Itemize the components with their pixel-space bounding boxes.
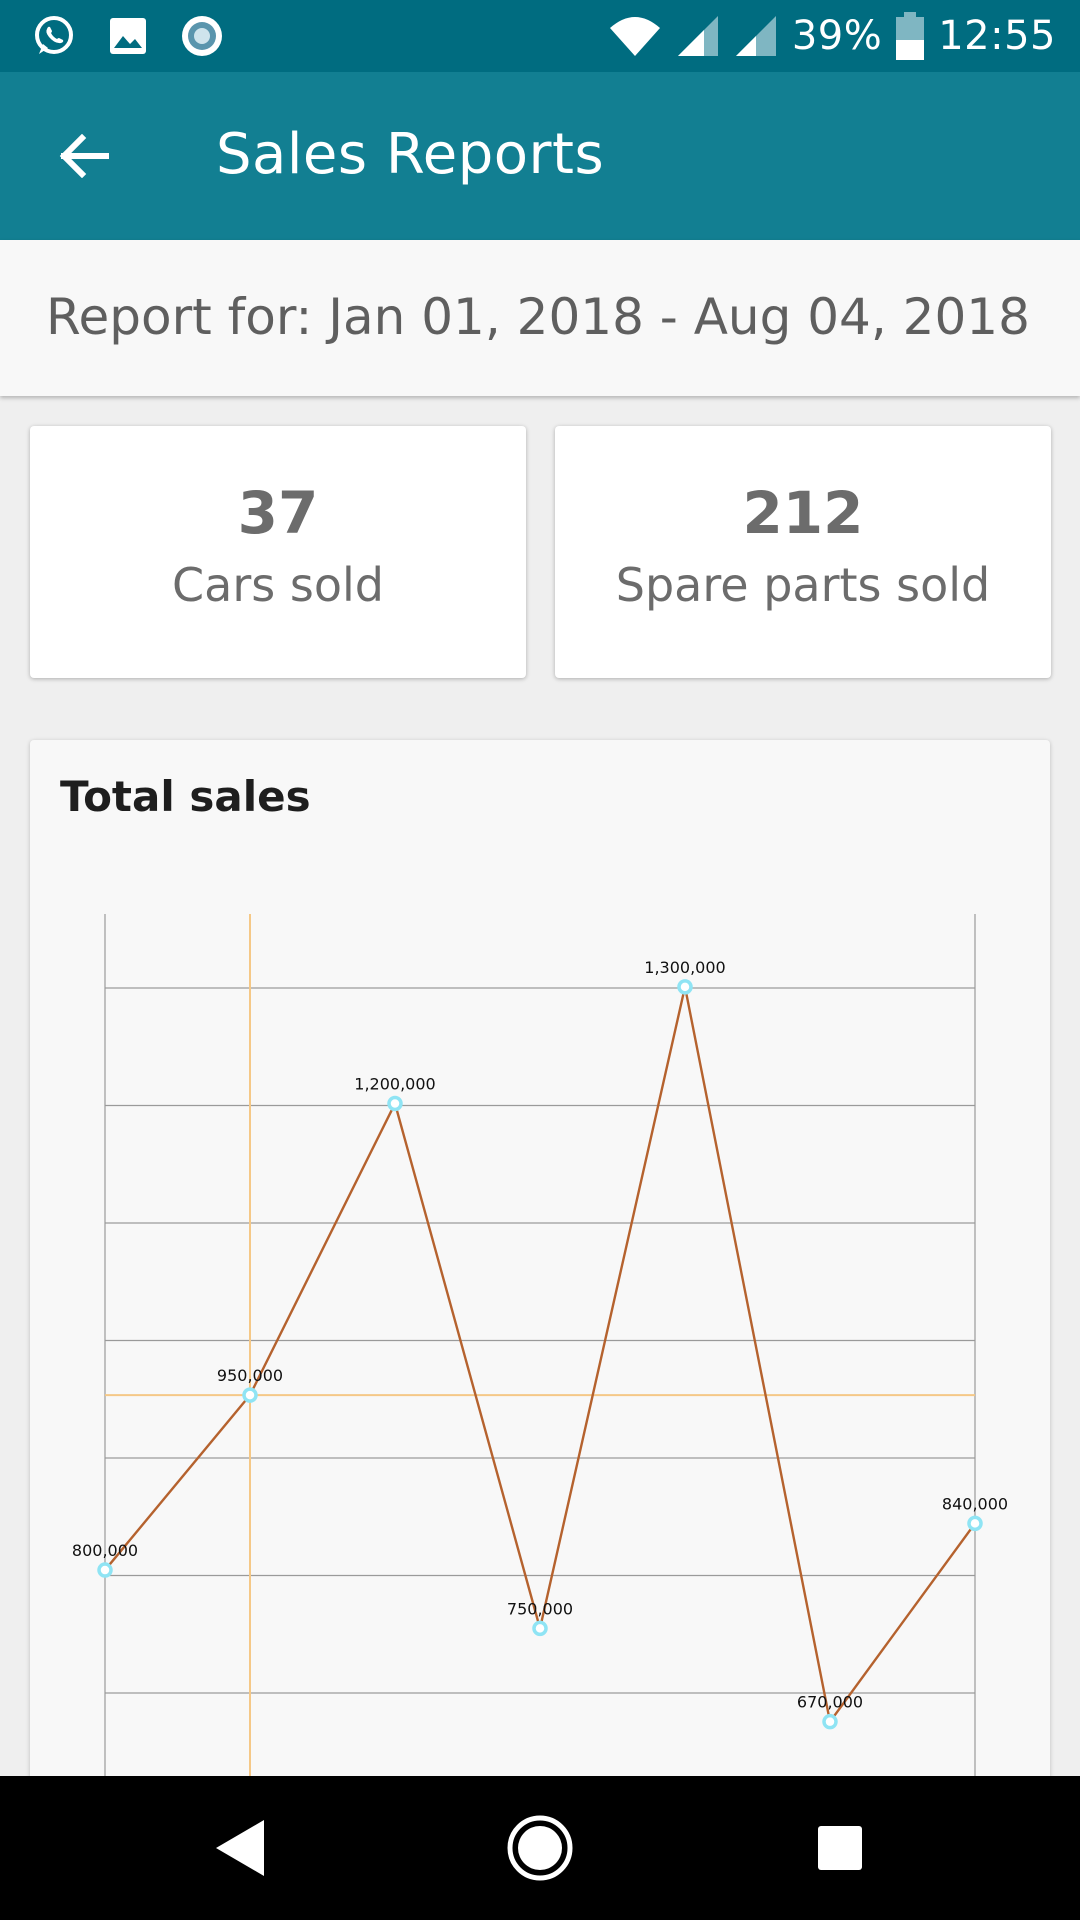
signal-icon <box>677 16 718 56</box>
clock: 12:55 <box>938 13 1056 59</box>
chart-point <box>677 979 693 995</box>
chart-point <box>242 1387 258 1403</box>
signal-icon <box>735 16 776 56</box>
chart-data-label: 1,200,000 <box>354 1075 435 1094</box>
arrow-back-icon <box>59 134 109 178</box>
battery-percent: 39% <box>791 13 883 59</box>
chart-title: Total sales <box>60 772 311 821</box>
cars-sold-label: Cars sold <box>172 558 384 612</box>
chart-point <box>97 1562 113 1578</box>
app-bar: Sales Reports <box>0 72 1080 240</box>
parts-sold-card: 212 Spare parts sold <box>555 426 1051 678</box>
status-bar: 39% 12:55 <box>0 0 1080 72</box>
wifi-icon <box>609 17 660 56</box>
chart-data-label: 840,000 <box>942 1494 1008 1513</box>
report-period-bar: Report for: Jan 01, 2018 - Aug 04, 2018 <box>0 240 1080 396</box>
back-button[interactable] <box>44 116 124 196</box>
chart-data-label: 950,000 <box>217 1366 283 1385</box>
chart-data-label: 1,300,000 <box>644 958 725 977</box>
chart-data-label: 800,000 <box>72 1541 138 1560</box>
record-icon <box>182 16 222 56</box>
nav-home-icon <box>507 1815 573 1881</box>
nav-recent-icon <box>818 1826 862 1870</box>
chart-point <box>532 1620 548 1637</box>
navigation-bar <box>0 1776 1080 1920</box>
chart-point <box>967 1515 983 1532</box>
nav-recent-button[interactable] <box>800 1808 880 1888</box>
cars-sold-card: 37 Cars sold <box>30 426 526 678</box>
cars-sold-value: 37 <box>237 479 319 547</box>
nav-back-button[interactable] <box>200 1808 280 1888</box>
parts-sold-value: 212 <box>742 479 864 547</box>
parts-sold-label: Spare parts sold <box>615 558 991 612</box>
chart-point <box>822 1713 838 1730</box>
total-sales-card: 800,000 950,000 1,200,000 750,000 1,300,000 6… <box>30 740 1050 1920</box>
battery-icon <box>896 12 925 60</box>
report-period-text: Report for: Jan 01, 2018 - Aug 04, 2018 <box>46 288 1030 346</box>
nav-home-button[interactable] <box>500 1808 580 1888</box>
page-title: Sales Reports <box>216 122 605 187</box>
chart-point <box>387 1095 403 1112</box>
whatsapp-icon <box>35 16 73 54</box>
chart-data-label: 750,000 <box>507 1599 573 1618</box>
nav-back-icon <box>216 1820 264 1876</box>
gallery-icon <box>110 18 146 54</box>
chart-data-label: 670,000 <box>797 1693 863 1712</box>
total-sales-chart[interactable]: 800,000 950,000 1,200,000 750,000 1,300,000 6… <box>30 740 1050 1920</box>
